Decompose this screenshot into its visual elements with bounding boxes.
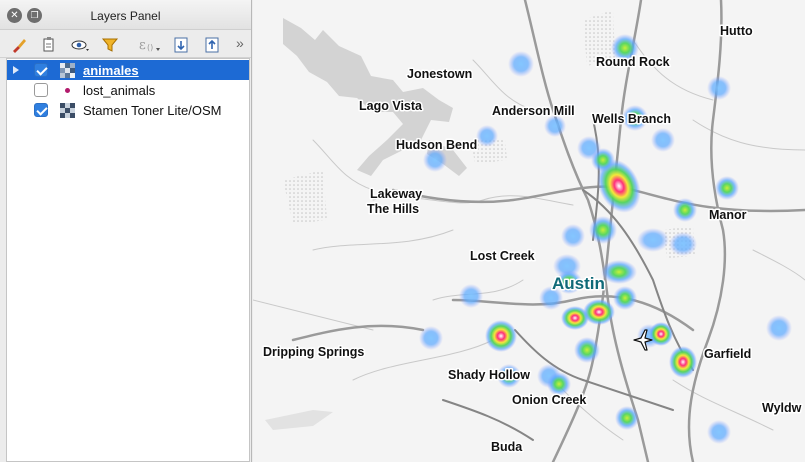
tile-layer-icon (60, 103, 75, 118)
place-label: Anderson Mill (492, 104, 575, 118)
expand-arrow-icon[interactable] (13, 66, 19, 74)
layers-panel: ✕ ❐ Layers Panel ε() » animales lost_ani… (0, 0, 252, 462)
panel-titlebar: ✕ ❐ Layers Panel (0, 0, 251, 30)
visibility-eye-icon[interactable] (70, 36, 92, 54)
place-label-austin: Austin (552, 274, 605, 293)
place-label: Dripping Springs (263, 345, 364, 359)
point-layer-icon (65, 88, 70, 93)
layer-visibility-checkbox[interactable] (34, 63, 48, 77)
heatmap-blobs (419, 34, 792, 444)
svg-text:(): () (147, 43, 153, 52)
place-label: Jonestown (407, 67, 472, 81)
layer-label: animales (83, 63, 139, 78)
place-label: Hutto (720, 24, 753, 38)
layers-toolbar: ε() » (0, 30, 251, 58)
place-label: Lago Vista (359, 99, 423, 113)
place-label: Onion Creek (512, 393, 586, 407)
place-label: Wells Branch (592, 112, 671, 126)
layer-row-stamen-toner[interactable]: Stamen Toner Lite/OSM (7, 100, 249, 120)
map-canvas[interactable]: Hutto Round Rock Jonestown Lago Vista An… (253, 0, 805, 462)
place-label: Manor (709, 208, 747, 222)
place-label: Buda (491, 440, 523, 454)
place-label: Hudson Bend (396, 138, 477, 152)
layer-label: lost_animals (83, 83, 156, 98)
layer-row-lost-animals[interactable]: lost_animals (7, 80, 249, 100)
more-tools-icon[interactable]: » (236, 34, 244, 52)
place-label: Lakeway (370, 187, 422, 201)
filter-icon[interactable] (101, 36, 119, 54)
layer-visibility-checkbox[interactable] (34, 103, 48, 117)
svg-text:ε: ε (139, 38, 146, 53)
expand-all-icon[interactable] (172, 36, 190, 54)
place-label: Lost Creek (470, 249, 535, 263)
collapse-all-icon[interactable] (203, 36, 221, 54)
place-label: Round Rock (596, 55, 670, 69)
add-group-icon[interactable] (40, 36, 58, 54)
layer-label: Stamen Toner Lite/OSM (83, 103, 222, 118)
layer-visibility-checkbox[interactable] (34, 83, 48, 97)
place-label: The Hills (367, 202, 419, 216)
layers-tree: animales lost_animals Stamen Toner Lite/… (6, 58, 250, 462)
place-label: Wyldw (762, 401, 802, 415)
heatmap-raster-icon (60, 63, 75, 78)
panel-title: Layers Panel (90, 9, 161, 23)
style-brush-icon[interactable] (10, 36, 28, 54)
expression-filter-icon[interactable]: ε() (138, 36, 164, 54)
layer-row-animales[interactable]: animales (7, 60, 249, 80)
place-label: Shady Hollow (448, 368, 530, 382)
map-svg: Hutto Round Rock Jonestown Lago Vista An… (253, 0, 805, 462)
place-label: Garfield (704, 347, 751, 361)
